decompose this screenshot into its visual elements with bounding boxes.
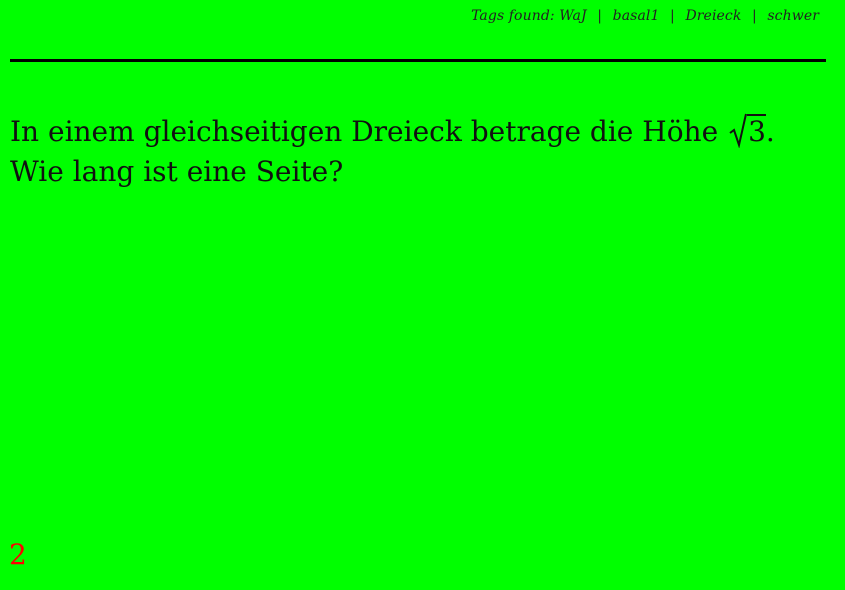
question-text-before: In einem gleichseitigen Dreieck betrage … [10,115,728,148]
tag-item: Dreieck [685,8,742,24]
radical-sign-icon [729,113,748,148]
header-divider [10,59,826,62]
square-root-expression: 3 [729,112,766,152]
tag-item: schwer [767,8,819,24]
radicand: 3 [747,114,766,148]
tag-item: basal1 [612,8,660,24]
tags-line: Tags found: WaJ | basal1 | Dreieck | sch… [471,8,819,24]
page-number: 2 [9,538,27,571]
slide-page: Tags found: WaJ | basal1 | Dreieck | sch… [0,0,845,590]
tags-prefix: Tags found: [471,8,555,24]
tag-separator: | [670,8,675,24]
tag-separator: | [597,8,603,24]
tag-item: WaJ [559,8,587,24]
question-text: In einem gleichseitigen Dreieck betrage … [10,112,832,192]
tag-separator: | [752,8,757,24]
